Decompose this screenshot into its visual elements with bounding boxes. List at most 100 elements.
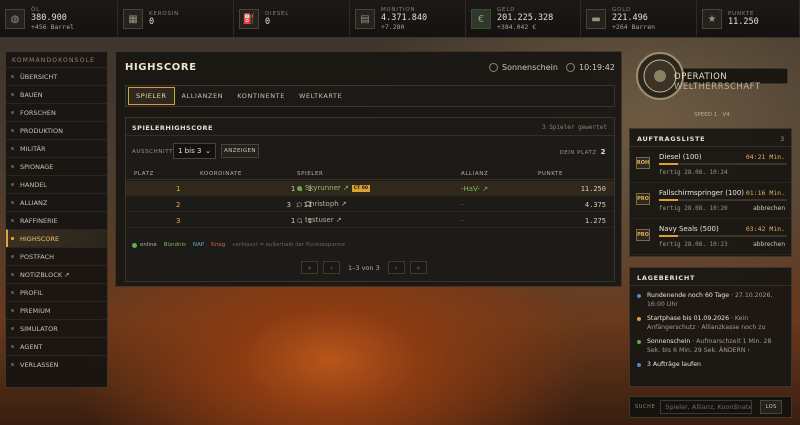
sidebar-item-label: RAFFINERIE (20, 216, 58, 225)
order-type-badge: PRO (636, 193, 650, 205)
sidebar-item-label: NOTIZBLOCK ↗ (20, 270, 70, 279)
sidebar-item-8[interactable]: RAFFINERIE (6, 211, 107, 229)
player-cell[interactable]: Skyrunner ↗ CT 00 (297, 184, 371, 192)
sidebar-item-3[interactable]: PRODUKTION (6, 121, 107, 139)
sidebar-item-16[interactable]: VERLASSEN (6, 355, 107, 373)
show-button[interactable]: ANZEIGEN (221, 144, 259, 158)
sidebar-item-4[interactable]: MILITÄR (6, 139, 107, 157)
order-list-heading: AUFTRAGSLISTE 3 (630, 129, 791, 147)
sidebar-item-15[interactable]: AGENT (6, 337, 107, 355)
sidebar-item-label: SIMULATOR (20, 324, 58, 333)
player-highscore-box: SPIELERHIGHSCORE 3 Spieler gewertet AUSS… (125, 117, 615, 282)
cancel-button[interactable]: abbrechen (753, 205, 785, 212)
resource-value: 201.225.328 (497, 13, 554, 23)
page-title: HIGHSCORE (125, 62, 197, 73)
sidebar-item-13[interactable]: PREMIUM (6, 301, 107, 319)
points-cell: 1.275 (584, 217, 606, 225)
progress-bar (659, 199, 787, 201)
resource-1: ▦ KEROSIN 0 (118, 0, 234, 38)
report-item: Rundenende noch 60 Tage · 27.10.2026, 16… (630, 286, 791, 309)
resource-delta: +384.042 € (497, 23, 537, 31)
sidebar-item-12[interactable]: PROFIL (6, 283, 107, 301)
section-select-value: 1 bis 3 (178, 147, 202, 155)
weather-text: Sonnenschein (502, 63, 558, 72)
offline-dot-icon (297, 217, 302, 223)
alliance-cell[interactable]: -HaV- ↗ (461, 185, 488, 193)
bullet-icon (11, 165, 14, 168)
last-page-button[interactable]: » (409, 261, 427, 274)
tab-0[interactable]: SPIELER (128, 87, 175, 105)
first-page-button[interactable]: « (301, 261, 318, 274)
table-row: 31 : 1 testuser ↗ -1.275 (126, 213, 614, 228)
sidebar-item-9[interactable]: HIGHSCORE (6, 229, 107, 247)
search-input[interactable] (660, 400, 753, 414)
bullet-icon (11, 75, 14, 78)
nav-list: ÜBERSICHT BAUEN FORSCHEN PRODUKTION MILITÄR S… (6, 67, 107, 373)
resource-bar: ◍ ÖL 380.900 +456 Barrel ▦ KEROSIN 0 ⛽ DIESEL 0 ▤ M… (0, 0, 800, 38)
sidebar-item-0[interactable]: ÜBERSICHT (6, 67, 107, 85)
legend-nap: NAP (192, 242, 205, 248)
tab-1[interactable]: ALLIANZEN (175, 87, 231, 105)
section-label: AUSSCHNITT (132, 149, 174, 155)
progress-fill (659, 199, 679, 201)
weather-indicator: Sonnenschein (489, 63, 558, 72)
bullet-icon (11, 201, 14, 204)
clock-time: 10:19:42 (579, 63, 615, 72)
bullet-icon (11, 147, 14, 150)
sidebar-item-2[interactable]: FORSCHEN (6, 103, 107, 121)
resource-value: 4.371.840 (381, 13, 428, 23)
report-item: 3 Aufträge laufen (630, 355, 791, 369)
sidebar-item-label: PRODUKTION (20, 126, 63, 135)
player-name[interactable]: Skyrunner ↗ (305, 184, 349, 192)
prev-page-button[interactable]: ‹ (323, 261, 340, 274)
bullet-icon (11, 327, 14, 330)
sidebar-item-14[interactable]: SIMULATOR (6, 319, 107, 337)
player-cell[interactable]: testuser ↗ (297, 216, 342, 224)
resource-value: 11.250 (728, 17, 759, 27)
report-heading: LAGEBERICHT (630, 268, 791, 286)
sidebar-item-6[interactable]: HANDEL (6, 175, 107, 193)
sidebar-item-1[interactable]: BAUEN (6, 85, 107, 103)
logo-word2: WELTHERRSCHAFT (674, 82, 761, 92)
bullet-icon (11, 255, 14, 258)
sidebar-item-7[interactable]: ALLIANZ (6, 193, 107, 211)
search-button[interactable]: LOS (760, 400, 783, 414)
bullet-icon (11, 93, 14, 96)
logo-word1: OPERATION (674, 72, 728, 82)
resource-text: GELD 201.225.328 +384.042 € (497, 7, 553, 31)
player-name[interactable]: Christoph ↗ (305, 200, 347, 208)
alliance-cell: - (461, 217, 464, 225)
sidebar-item-label: VERLASSEN (20, 360, 59, 369)
bullet-icon (11, 237, 14, 240)
main-panel: HIGHSCORE Sonnenschein 10:19:42 SPIELER A… (115, 51, 622, 287)
order-item: PRO Navy Seals (500) 03:42 Min. fertig 28.0… (630, 219, 791, 255)
table-header: PLATZ KOORDINATE SPIELER ALLIANZ PUNKTE (126, 168, 614, 180)
table-row: 23 : 11 Christoph ↗ -4.375 (126, 197, 614, 212)
order-time: 04:21 Min. (745, 153, 785, 161)
next-page-button[interactable]: › (387, 261, 405, 274)
tab-2[interactable]: KONTINENTE (230, 87, 292, 105)
tab-3[interactable]: WELTKARTE (292, 87, 349, 105)
report-item: Sonnenschein · Aufmarschzeit 1 Min. 28 S… (630, 332, 791, 355)
search-label: SUCHE (635, 404, 656, 410)
sun-icon (489, 63, 498, 72)
sidebar-item-label: PROFIL (20, 288, 43, 297)
cancel-button[interactable]: abbrechen (753, 241, 785, 248)
sidebar-item-11[interactable]: NOTIZBLOCK ↗ (6, 265, 107, 283)
report-title: 3 Aufträge laufen (647, 361, 701, 368)
pager: « ‹ 1–3 von 3 › » (301, 261, 432, 274)
sidebar-item-label: AGENT (20, 342, 43, 351)
sidebar: KOMMANDOKONSOLE ÜBERSICHT BAUEN FORSCHEN PR… (5, 51, 108, 388)
section-select[interactable]: 1 bis 3 ⌄ (173, 143, 216, 159)
resource-5: ▬ GOLD 221.496 +264 Barren (581, 0, 697, 38)
progress-fill (659, 235, 679, 237)
resource-value: 0 (265, 17, 271, 27)
sidebar-item-5[interactable]: SPIONAGE (6, 157, 107, 175)
sidebar-item-10[interactable]: POSTFACH (6, 247, 107, 265)
player-cell[interactable]: Christoph ↗ (297, 200, 347, 208)
order-time: 01:16 Min. (745, 189, 785, 197)
report-item: Startphase bis 01.09.2026 · Kein Anfänge… (630, 309, 791, 332)
search-bar: SUCHE LOS (629, 396, 792, 418)
player-name[interactable]: testuser ↗ (305, 216, 342, 224)
clock: 10:19:42 (566, 63, 615, 72)
